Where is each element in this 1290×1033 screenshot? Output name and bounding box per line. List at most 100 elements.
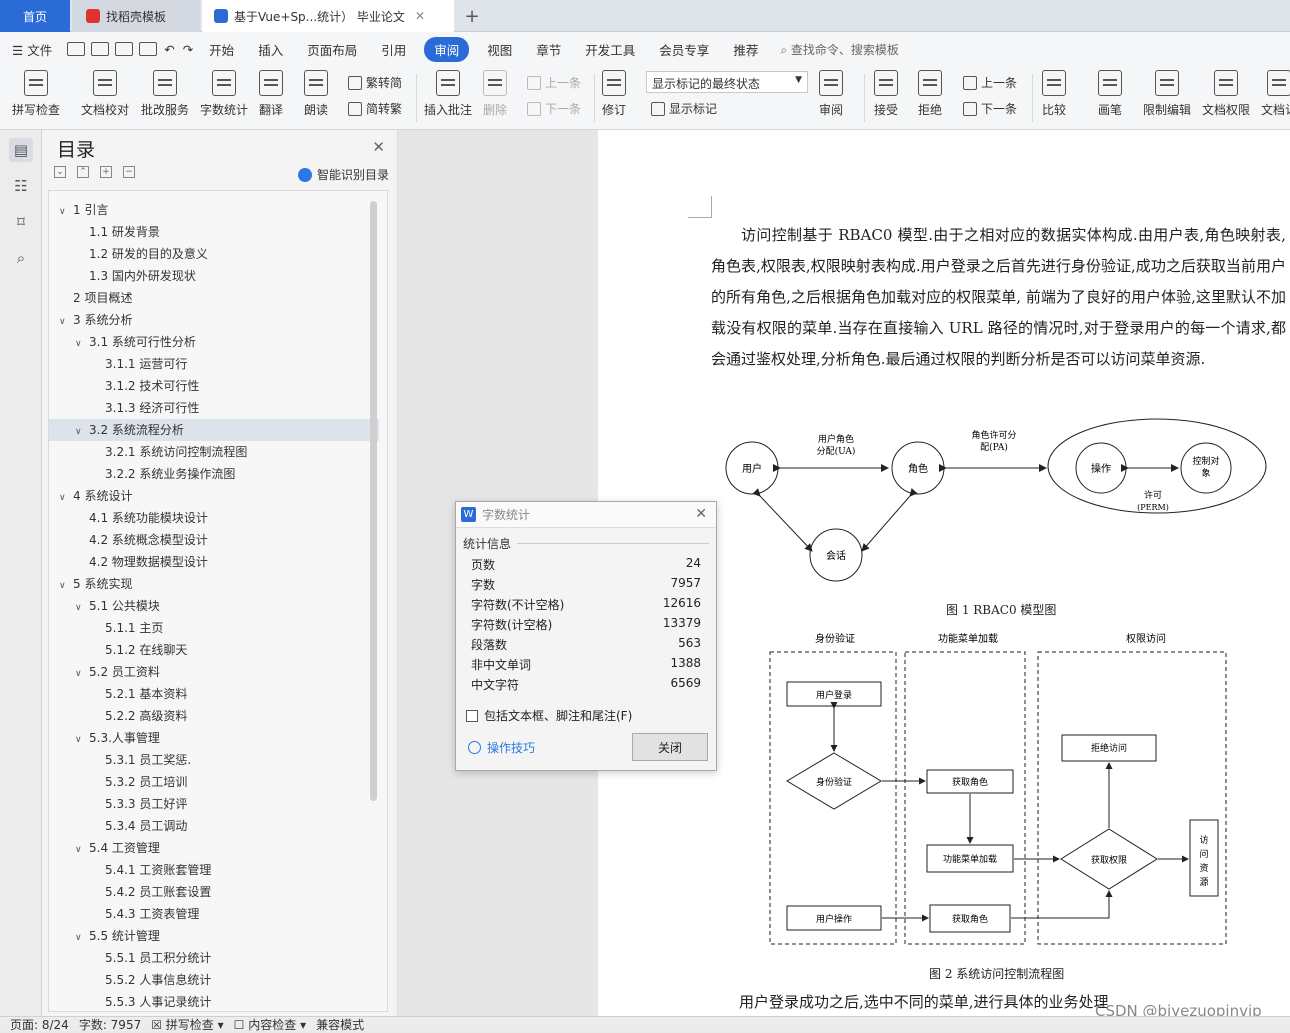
- chevron-down-icon[interactable]: ∨: [75, 927, 85, 949]
- chevron-down-icon[interactable]: ∨: [59, 575, 69, 597]
- toc-item[interactable]: 5.4.3 工资表管理: [49, 903, 379, 925]
- show-markup-button[interactable]: 显示标记: [651, 100, 717, 117]
- page-indicator[interactable]: 页面: 8/24: [10, 1016, 69, 1033]
- chevron-down-icon[interactable]: ∨: [75, 663, 85, 685]
- toc-item[interactable]: 3.2.1 系统访问控制流程图: [49, 441, 379, 463]
- file-menu[interactable]: ☰ 文件: [0, 40, 64, 59]
- toc-item[interactable]: 2 项目概述: [49, 287, 379, 309]
- content-check-status[interactable]: ☐ 内容检查 ▾: [234, 1016, 306, 1033]
- toc-scrollbar[interactable]: [370, 201, 377, 801]
- next-comment-button[interactable]: 下一条: [527, 100, 581, 117]
- toc-item[interactable]: 5.5.1 员工积分统计: [49, 947, 379, 969]
- toc-item[interactable]: ∨ 5.1 公共模块: [49, 595, 379, 617]
- batch-service-button[interactable]: 批改服务: [141, 70, 189, 118]
- toc-item[interactable]: ∨ 4 系统设计: [49, 485, 379, 507]
- toc-item[interactable]: 3.1.2 技术可行性: [49, 375, 379, 397]
- body-paragraph[interactable]: 访问控制基于 RBAC0 模型.由于之相对应的数据实体构成.由用户表,角色映射表…: [711, 220, 1286, 375]
- toc-item[interactable]: ∨ 5.3.人事管理: [49, 727, 379, 749]
- include-textbox-checkbox[interactable]: [466, 709, 478, 722]
- add-level-icon[interactable]: +: [100, 166, 112, 178]
- toc-item[interactable]: 5.5.2 人事信息统计: [49, 969, 379, 991]
- menu-item-insert[interactable]: 插入: [246, 40, 295, 59]
- dialog-titlebar[interactable]: W 字数统计: [456, 502, 716, 528]
- next-change-button[interactable]: 下一条: [963, 100, 1017, 117]
- toc-item[interactable]: 3.1.3 经济可行性: [49, 397, 379, 419]
- toc-item[interactable]: 5.5.3 人事记录统计: [49, 991, 379, 1011]
- collapse-icon[interactable]: ⌄: [54, 166, 66, 178]
- spell-check-button[interactable]: 拼写检查: [12, 70, 60, 118]
- close-tab-icon[interactable]: ✕: [415, 9, 425, 23]
- toc-item[interactable]: 3.1.1 运营可行: [49, 353, 379, 375]
- print-icon[interactable]: [115, 42, 134, 56]
- redo-icon[interactable]: ↷: [179, 42, 197, 57]
- toc-item[interactable]: ∨ 5.2 员工资料: [49, 661, 379, 683]
- chevron-down-icon[interactable]: ∨: [59, 201, 69, 223]
- preview-icon[interactable]: [139, 42, 158, 56]
- menu-item-member[interactable]: 会员专享: [647, 40, 721, 59]
- toc-item[interactable]: ∨ 3.2 系统流程分析: [49, 419, 379, 441]
- menu-item-devtools[interactable]: 开发工具: [573, 40, 647, 59]
- expand-icon[interactable]: ⌃: [77, 166, 89, 178]
- toc-item[interactable]: 5.1.2 在线聊天: [49, 639, 379, 661]
- close-button[interactable]: 关闭: [632, 733, 708, 761]
- doc-permission-button[interactable]: 文档权限: [1202, 70, 1250, 118]
- close-icon[interactable]: ✕: [695, 506, 707, 522]
- toc-item[interactable]: 4.2 系统概念模型设计: [49, 529, 379, 551]
- export-icon[interactable]: [91, 42, 110, 56]
- undo-icon[interactable]: ↶: [160, 42, 178, 57]
- new-tab-button[interactable]: +: [462, 0, 482, 32]
- chevron-down-icon[interactable]: ∨: [75, 597, 85, 619]
- search-icon[interactable]: ⌕: [9, 246, 33, 270]
- chevron-down-icon[interactable]: ∨: [75, 729, 85, 751]
- toc-item[interactable]: 4.2 物理数据模型设计: [49, 551, 379, 573]
- chevron-down-icon[interactable]: ∨: [59, 311, 69, 333]
- read-aloud-button[interactable]: 朗读: [304, 70, 328, 118]
- translate-button[interactable]: 翻译: [259, 70, 283, 118]
- toc-item[interactable]: 1.2 研发的目的及意义: [49, 243, 379, 265]
- menu-item-start[interactable]: 开始: [197, 40, 246, 59]
- proofread-button[interactable]: 文档校对: [81, 70, 129, 118]
- toc-panel-icon[interactable]: ▤: [9, 138, 33, 162]
- toc-item[interactable]: 5.1.1 主页: [49, 617, 379, 639]
- close-icon[interactable]: ✕: [372, 138, 385, 156]
- track-changes-button[interactable]: 修订: [602, 70, 626, 118]
- toc-item[interactable]: ∨ 1 引言: [49, 199, 379, 221]
- toc-item[interactable]: ∨ 5 系统实现: [49, 573, 379, 595]
- toc-item[interactable]: ∨ 3 系统分析: [49, 309, 379, 331]
- toc-item[interactable]: ∨ 5.5 统计管理: [49, 925, 379, 947]
- toc-item[interactable]: 5.3.1 员工奖惩.: [49, 749, 379, 771]
- remove-level-icon[interactable]: −: [123, 166, 135, 178]
- toc-item[interactable]: 1.3 国内外研发现状: [49, 265, 379, 287]
- spell-check-status[interactable]: ☒ 拼写检查 ▾: [151, 1016, 223, 1033]
- doc-certify-button[interactable]: 文档认: [1261, 70, 1290, 118]
- chevron-down-icon[interactable]: ∨: [75, 421, 85, 443]
- toc-item[interactable]: ∨ 5.4 工资管理: [49, 837, 379, 859]
- tab-document[interactable]: 基于Vue+Sp...统计） 毕业论文 ✕: [202, 0, 454, 32]
- include-textbox-option[interactable]: 包括文本框、脚注和尾注(F): [466, 707, 632, 724]
- menu-item-view[interactable]: 视图: [475, 40, 524, 59]
- tab-template[interactable]: 找稻壳模板: [72, 0, 200, 32]
- save-icon[interactable]: [67, 42, 86, 56]
- command-search[interactable]: ⌕ 查找命令、搜索模板: [780, 41, 899, 58]
- simp-to-trad-button[interactable]: 简转繁: [348, 100, 402, 117]
- tab-home[interactable]: 首页: [0, 0, 70, 32]
- prev-change-button[interactable]: 上一条: [963, 74, 1017, 91]
- toc-item[interactable]: 5.4.2 员工账套设置: [49, 881, 379, 903]
- smart-toc-button[interactable]: 智能识别目录: [297, 166, 389, 183]
- toc-item[interactable]: 4.1 系统功能模块设计: [49, 507, 379, 529]
- toc-item[interactable]: ∨ 3.1 系统可行性分析: [49, 331, 379, 353]
- menu-item-layout[interactable]: 页面布局: [295, 40, 369, 59]
- insert-comment-button[interactable]: 插入批注: [424, 70, 472, 118]
- next-paragraph[interactable]: 用户登录成功之后,选中不同的菜单,进行具体的业务处理: [739, 991, 1109, 1012]
- reject-button[interactable]: 拒绝: [918, 70, 942, 118]
- bookmark-icon[interactable]: ⌑: [9, 210, 33, 234]
- chevron-down-icon[interactable]: ∨: [75, 333, 85, 355]
- markup-state-select[interactable]: 显示标记的最终状态 ▼: [646, 71, 808, 93]
- review-pane-button[interactable]: 审阅: [819, 70, 843, 118]
- prev-comment-button[interactable]: 上一条: [527, 74, 581, 91]
- word-count-button[interactable]: 字数统计: [200, 70, 248, 118]
- toc-item[interactable]: 5.3.3 员工好评: [49, 793, 379, 815]
- restrict-edit-button[interactable]: 限制编辑: [1143, 70, 1191, 118]
- pen-button[interactable]: 画笔: [1098, 70, 1122, 118]
- toc-item[interactable]: 5.3.2 员工培训: [49, 771, 379, 793]
